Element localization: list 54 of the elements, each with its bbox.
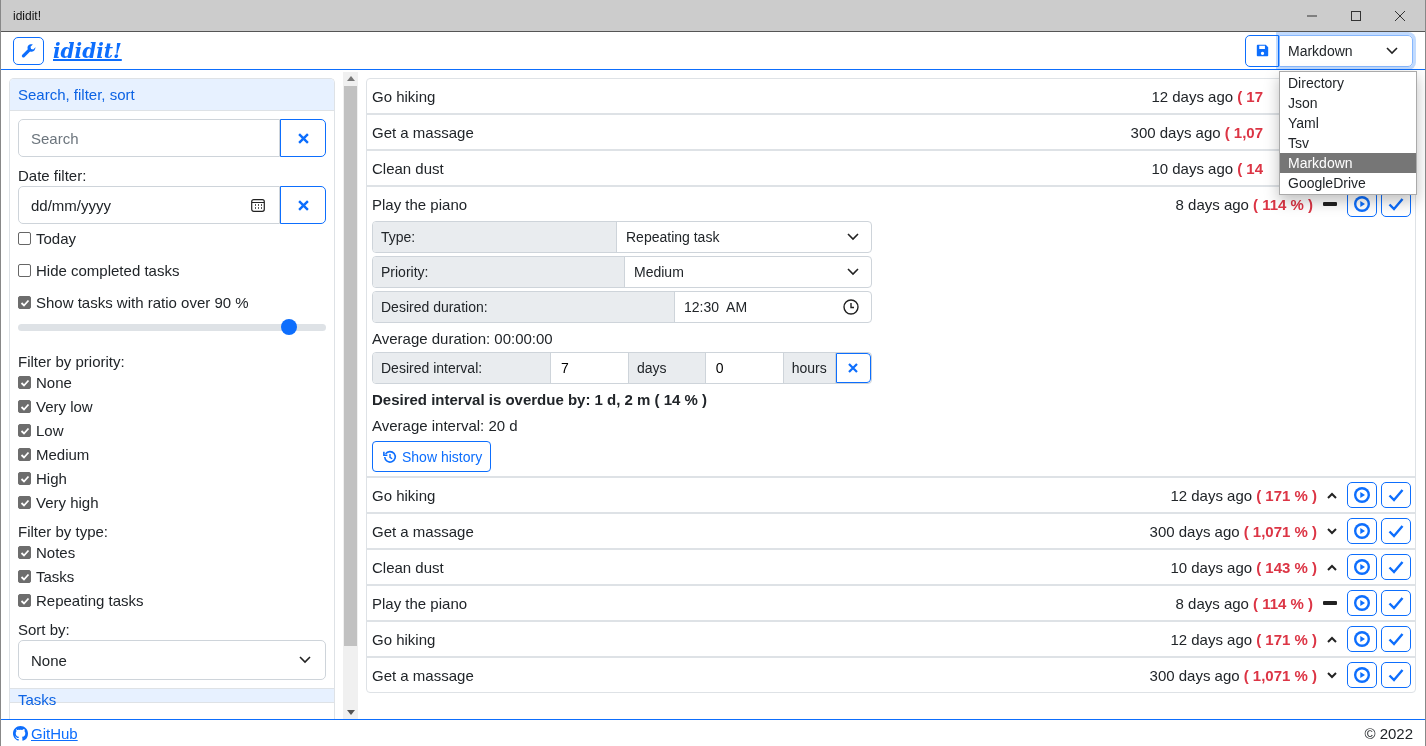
checkbox-label: Show tasks with ratio over 90 % <box>36 294 249 311</box>
checkbox-label: Medium <box>36 446 90 463</box>
field-label: Desired interval: <box>373 353 551 383</box>
average-interval-text: Average interval: 20 d <box>372 416 519 436</box>
task-age: 10 days ago <box>1151 159 1234 177</box>
field-label: Date filter: <box>18 167 88 184</box>
checkbox-label: High <box>36 470 67 487</box>
task-name: Get a massage <box>372 666 475 684</box>
task-ratio: ( 1,071 % ) <box>1243 522 1317 540</box>
task-name: Go hiking <box>372 87 437 105</box>
task-ratio: ( 1,07 <box>1224 123 1263 141</box>
unit-label: days <box>629 353 706 383</box>
task-age: 8 days ago <box>1175 195 1249 213</box>
task-age: 300 days ago <box>1130 123 1221 141</box>
task-name: Go hiking <box>372 486 437 504</box>
unit-label: hours <box>783 353 836 383</box>
checkbox-label: None <box>36 374 72 391</box>
task-name: Get a massage <box>372 123 475 141</box>
checkbox-label: Hide completed tasks <box>36 262 180 279</box>
checkbox-label: Tasks <box>36 568 75 585</box>
task-age: 300 days ago <box>1149 522 1240 540</box>
task-ratio: ( 17 <box>1237 87 1263 105</box>
task-age: 10 days ago <box>1170 558 1253 576</box>
task-name: Get a massage <box>372 522 475 540</box>
filter-label: Filter by type: <box>18 523 110 540</box>
task-age: 8 days ago <box>1175 594 1249 612</box>
task-ratio: ( 1,071 % ) <box>1243 666 1317 684</box>
average-duration-text: Average duration: 00:00:00 <box>372 329 554 349</box>
task-name: Play the piano <box>372 195 469 213</box>
checkbox-label: Today <box>36 230 77 247</box>
checkbox-label: Very high <box>36 494 99 511</box>
checkbox-label: Low <box>36 422 64 439</box>
checkbox-label: Very low <box>36 398 93 415</box>
task-age: 12 days ago <box>1151 87 1234 105</box>
task-ratio: ( 171 % ) <box>1256 630 1317 648</box>
task-ratio: ( 114 % ) <box>1252 195 1313 213</box>
overdue-text: Desired interval is overdue by: 1 d, 2 m ( 14 % ) <box>372 390 709 410</box>
task-name: Play the piano <box>372 594 469 612</box>
task-ratio: ( 143 % ) <box>1256 558 1317 576</box>
window-title: ididit! <box>13 8 41 23</box>
task-age: 300 days ago <box>1149 666 1240 684</box>
task-name: Clean dust <box>372 159 445 177</box>
task-ratio: ( 14 <box>1237 159 1263 177</box>
field-label: Sort by: <box>18 621 71 638</box>
task-age: 12 days ago <box>1170 630 1253 648</box>
filter-label: Filter by priority: <box>18 353 126 370</box>
task-ratio: ( 114 % ) <box>1252 594 1313 612</box>
task-ratio: ( 171 % ) <box>1256 486 1317 504</box>
task-age: 12 days ago <box>1170 486 1253 504</box>
copyright-text: © 2022 <box>1364 724 1413 742</box>
task-name: Clean dust <box>372 558 445 576</box>
task-name: Go hiking <box>372 630 437 648</box>
checkbox-label: Repeating tasks <box>36 592 144 609</box>
checkbox-label: Notes <box>36 544 76 561</box>
